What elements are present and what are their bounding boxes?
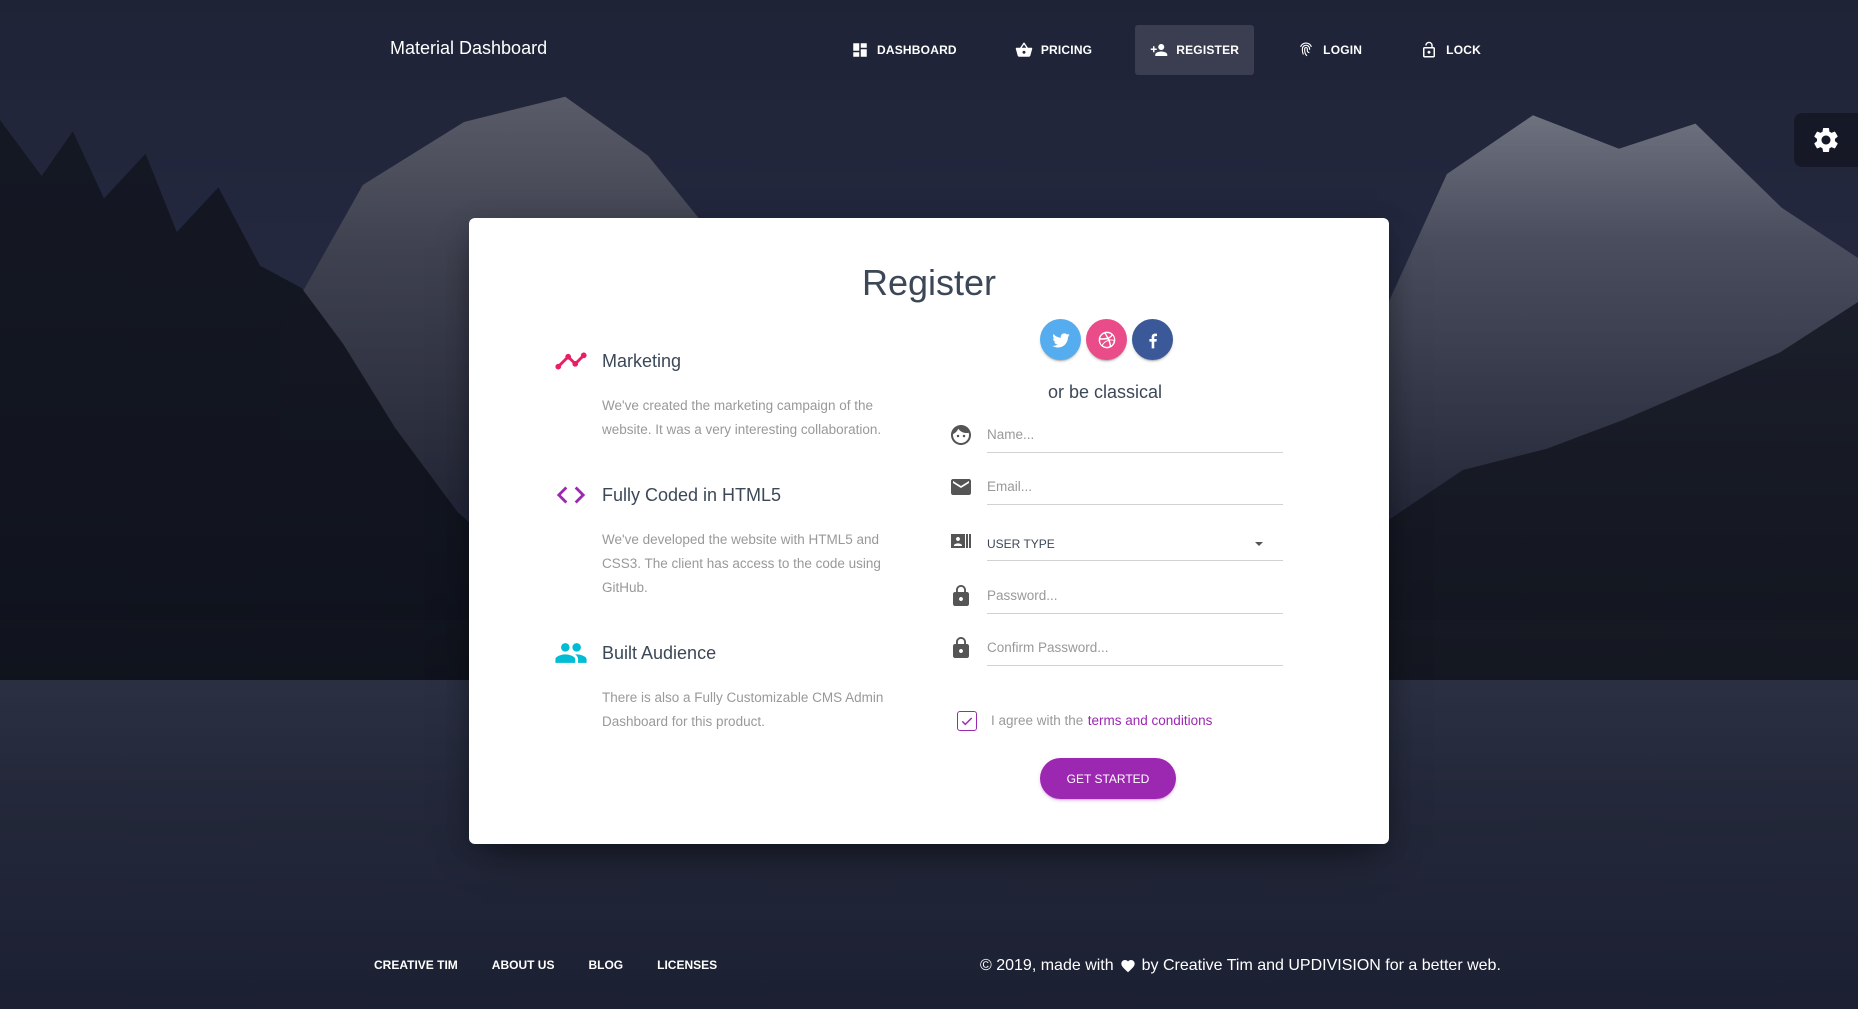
code-icon	[556, 486, 586, 504]
chevron-down-icon	[1255, 541, 1263, 546]
lock-open-icon	[1423, 41, 1436, 58]
footer-link-blog[interactable]: BLOG	[588, 958, 623, 972]
nav-item-label: DASHBOARD	[877, 43, 957, 57]
nav-item-label: LOCK	[1446, 43, 1481, 57]
info-marketing: Marketing We've created the marketing ca…	[554, 344, 894, 442]
user-type-select[interactable]: USER TYPE	[987, 527, 1283, 561]
footer-link-creative-tim[interactable]: CREATIVE TIM	[374, 958, 458, 972]
face-icon	[949, 423, 973, 447]
badge-icon	[949, 529, 973, 553]
nav-item-label: REGISTER	[1176, 43, 1240, 57]
gear-icon	[1814, 128, 1838, 152]
get-started-button[interactable]: GET STARTED	[1040, 758, 1176, 799]
lock-icon	[949, 636, 973, 660]
terms-agreement: I agree with the terms and conditions	[957, 711, 1212, 731]
info-title: Built Audience	[602, 642, 717, 663]
info-head: Fully Coded in HTML5	[554, 478, 894, 512]
dribbble-button[interactable]	[1086, 319, 1127, 360]
nav-item-lock[interactable]: LOCK	[1405, 25, 1496, 75]
info-title: Fully Coded in HTML5	[602, 484, 782, 505]
info-description: There is also a Fully Customizable CMS A…	[602, 690, 884, 729]
brand-title[interactable]: Material Dashboard	[390, 38, 547, 59]
user-type-field: USER TYPE	[949, 523, 1293, 561]
or-be-classical-text: or be classical	[1047, 382, 1163, 402]
nav-item-register[interactable]: REGISTER	[1135, 25, 1255, 75]
copyright-prefix: © 2019, made with	[980, 957, 1114, 974]
heart-icon	[1120, 960, 1135, 973]
name-input[interactable]	[987, 417, 1283, 453]
basket-icon	[1015, 42, 1033, 57]
fingerprint-icon	[1300, 42, 1313, 57]
nav-item-login[interactable]: LOGIN	[1282, 25, 1377, 75]
facebook-icon	[1148, 333, 1157, 348]
navbar: Material Dashboard DASHBOARD PRICING REG…	[0, 0, 1858, 100]
footer-links: CREATIVE TIM ABOUT US BLOG LICENSES	[374, 958, 717, 972]
twitter-button[interactable]	[1040, 319, 1081, 360]
settings-button[interactable]	[1794, 113, 1858, 167]
facebook-button[interactable]	[1132, 319, 1173, 360]
name-field	[949, 417, 1293, 453]
nav-menu: DASHBOARD PRICING REGISTER LOGIN LOCK	[836, 25, 1524, 75]
nav-item-label: LOGIN	[1323, 43, 1363, 57]
agree-text: I agree with the	[991, 713, 1084, 728]
info-audience: Built Audience There is also a Fully Cus…	[554, 636, 894, 734]
dribbble-icon	[1098, 331, 1115, 348]
info-head: Built Audience	[554, 636, 894, 670]
email-icon	[949, 475, 973, 499]
twitter-icon	[1051, 332, 1070, 347]
footer-link-licenses[interactable]: LICENSES	[657, 958, 717, 972]
confirm-password-field	[949, 630, 1293, 666]
terms-checkbox[interactable]	[957, 711, 977, 731]
info-title: Marketing	[602, 350, 682, 371]
timeline-icon	[555, 352, 587, 370]
password-field	[949, 578, 1293, 614]
user-type-value: USER TYPE	[987, 536, 1055, 551]
person-add-icon	[1150, 44, 1168, 56]
copyright: © 2019, made with by Creative Tim and UP…	[980, 957, 1501, 975]
password-input[interactable]	[987, 578, 1283, 614]
info-description: We've created the marketing campaign of …	[602, 398, 882, 437]
nav-item-label: PRICING	[1040, 43, 1093, 57]
dashboard-icon	[853, 43, 867, 57]
card-title: Register	[861, 262, 997, 303]
info-head: Marketing	[554, 344, 894, 378]
nav-item-pricing[interactable]: PRICING	[1000, 25, 1107, 75]
register-card: Register Marketing We've created the mar…	[469, 218, 1389, 844]
info-description: We've developed the website with HTML5 a…	[602, 532, 881, 595]
email-input[interactable]	[987, 469, 1283, 505]
social-buttons	[1040, 319, 1173, 360]
info-html5: Fully Coded in HTML5 We've developed the…	[554, 478, 894, 600]
lock-icon	[949, 584, 973, 608]
confirm-password-input[interactable]	[987, 630, 1283, 666]
email-field	[949, 469, 1293, 505]
check-icon	[961, 717, 973, 726]
group-icon	[555, 643, 587, 663]
footer-link-about-us[interactable]: ABOUT US	[492, 958, 555, 972]
copyright-suffix: by Creative Tim and UPDIVISION for a bet…	[1141, 957, 1501, 974]
nav-item-dashboard[interactable]: DASHBOARD	[836, 25, 972, 75]
terms-link[interactable]: terms and conditions	[1088, 713, 1213, 728]
